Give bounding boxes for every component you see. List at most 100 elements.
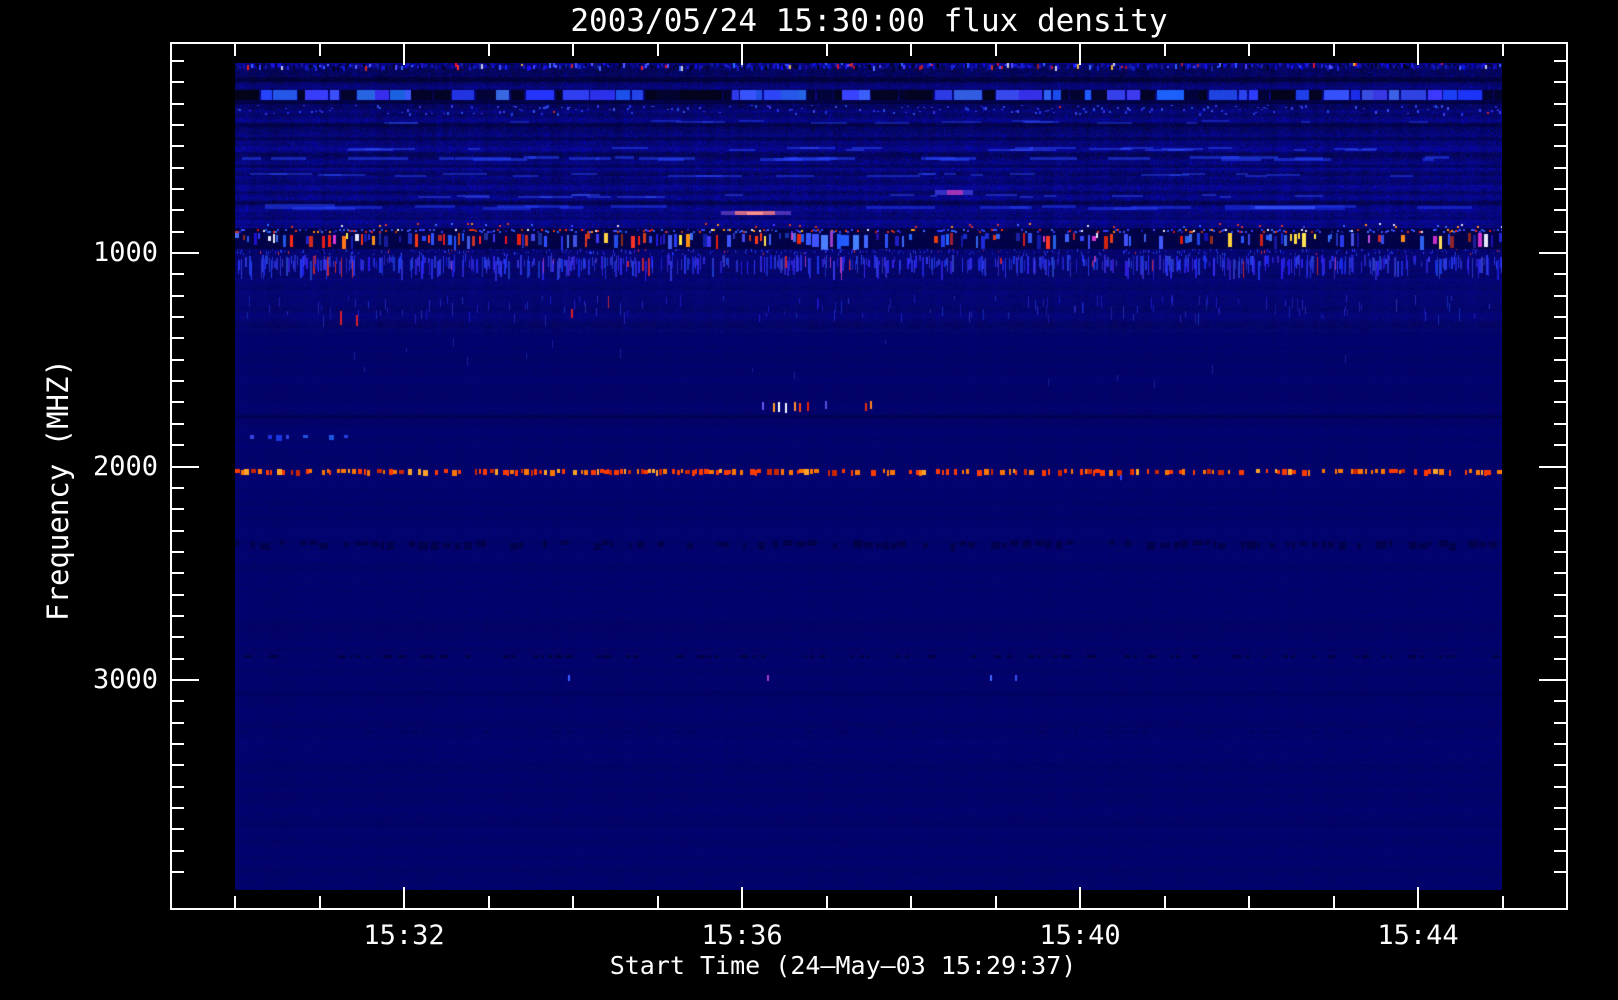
y-minor-tick <box>171 81 184 84</box>
x-axis-title: Start Time (24–May–03 15:29:37) <box>609 951 1077 980</box>
y-minor-tick <box>171 102 184 105</box>
x-major-tick <box>403 887 405 909</box>
x-minor-tick <box>1248 896 1250 909</box>
y-minor-tick <box>171 508 184 511</box>
x-minor-tick <box>994 896 997 909</box>
x-tick-label: 15:44 <box>1377 920 1459 951</box>
x-tick-label: 15:40 <box>1039 920 1121 951</box>
y-minor-tick <box>1554 209 1567 212</box>
y-minor-tick <box>171 187 184 190</box>
y-axis-title: Frequency (MHZ) <box>41 359 75 621</box>
y-minor-tick <box>171 358 184 361</box>
y-minor-tick <box>1554 145 1567 148</box>
x-minor-tick <box>487 43 490 56</box>
y-minor-tick <box>171 572 184 575</box>
y-minor-tick <box>1554 572 1567 575</box>
x-minor-tick <box>234 43 236 56</box>
y-minor-tick <box>171 166 184 169</box>
x-minor-tick <box>910 896 912 909</box>
y-minor-tick <box>1554 700 1567 703</box>
x-major-tick <box>1079 887 1081 909</box>
y-minor-tick <box>1554 657 1567 660</box>
x-minor-tick <box>487 896 490 909</box>
x-minor-tick <box>318 43 321 56</box>
y-minor-tick <box>171 273 184 276</box>
y-minor-tick <box>1554 614 1567 617</box>
y-major-tick <box>171 252 199 254</box>
y-minor-tick <box>1554 743 1567 746</box>
y-minor-tick <box>171 871 184 874</box>
y-minor-tick <box>1554 764 1567 767</box>
x-major-tick <box>741 43 743 65</box>
y-minor-tick <box>1554 529 1567 532</box>
y-minor-tick <box>171 636 184 639</box>
y-major-tick <box>171 465 199 468</box>
y-minor-tick <box>171 849 184 852</box>
x-minor-tick <box>1332 896 1335 909</box>
y-minor-tick <box>171 401 184 404</box>
y-minor-tick <box>1554 230 1567 233</box>
y-minor-tick <box>1554 422 1567 425</box>
y-minor-tick <box>171 337 184 340</box>
y-minor-tick <box>1554 849 1567 852</box>
y-minor-tick <box>1554 636 1567 639</box>
x-major-tick <box>1079 43 1081 65</box>
y-minor-tick <box>171 828 184 831</box>
x-major-tick <box>403 43 405 65</box>
x-minor-tick <box>1163 43 1166 56</box>
y-minor-tick <box>1554 123 1567 126</box>
x-minor-tick <box>1501 896 1504 909</box>
y-minor-tick <box>171 123 184 126</box>
x-minor-tick <box>234 896 236 909</box>
chart-title: 2003/05/24 15:30:00 flux density <box>570 3 1168 39</box>
y-minor-tick <box>1554 593 1567 596</box>
y-minor-tick <box>1554 337 1567 340</box>
x-minor-tick <box>656 896 659 909</box>
y-minor-tick <box>1554 721 1567 724</box>
y-minor-tick <box>1554 59 1567 62</box>
y-minor-tick <box>171 807 184 810</box>
y-minor-tick <box>1554 102 1567 105</box>
x-tick-label: 15:36 <box>701 920 783 951</box>
x-minor-tick <box>825 896 828 909</box>
y-minor-tick <box>171 743 184 746</box>
x-minor-tick <box>1248 43 1250 56</box>
y-minor-tick <box>1554 444 1567 447</box>
y-minor-tick <box>171 764 184 767</box>
y-minor-tick <box>171 380 184 383</box>
y-minor-tick <box>171 209 184 212</box>
y-minor-tick <box>171 721 184 724</box>
y-minor-tick <box>1554 871 1567 874</box>
x-major-tick <box>741 887 743 909</box>
y-minor-tick <box>1554 785 1567 788</box>
x-minor-tick <box>1163 896 1166 909</box>
spectrogram-figure: 2003/05/24 15:30:00 flux density 15:32 15… <box>0 0 1618 1000</box>
x-minor-tick <box>572 896 574 909</box>
y-minor-tick <box>1554 187 1567 190</box>
x-minor-tick <box>825 43 828 56</box>
y-minor-tick <box>171 614 184 617</box>
x-minor-tick <box>318 896 321 909</box>
y-major-tick <box>1539 252 1567 254</box>
y-minor-tick <box>171 145 184 148</box>
y-minor-tick <box>171 593 184 596</box>
x-major-tick <box>1417 887 1419 909</box>
y-minor-tick <box>171 444 184 447</box>
x-minor-tick <box>1332 43 1335 56</box>
y-minor-tick <box>1554 550 1567 553</box>
y-minor-tick <box>1554 401 1567 404</box>
y-minor-tick <box>1554 81 1567 84</box>
y-major-tick <box>171 679 199 681</box>
y-minor-tick <box>1554 486 1567 489</box>
y-minor-tick <box>171 422 184 425</box>
y-minor-tick <box>1554 828 1567 831</box>
x-minor-tick <box>572 43 574 56</box>
x-minor-tick <box>656 43 659 56</box>
y-minor-tick <box>171 700 184 703</box>
y-minor-tick <box>171 550 184 553</box>
y-minor-tick <box>1554 508 1567 511</box>
plot-frame <box>170 42 1568 910</box>
y-minor-tick <box>1554 807 1567 810</box>
y-minor-tick <box>171 230 184 233</box>
y-minor-tick <box>171 59 184 62</box>
